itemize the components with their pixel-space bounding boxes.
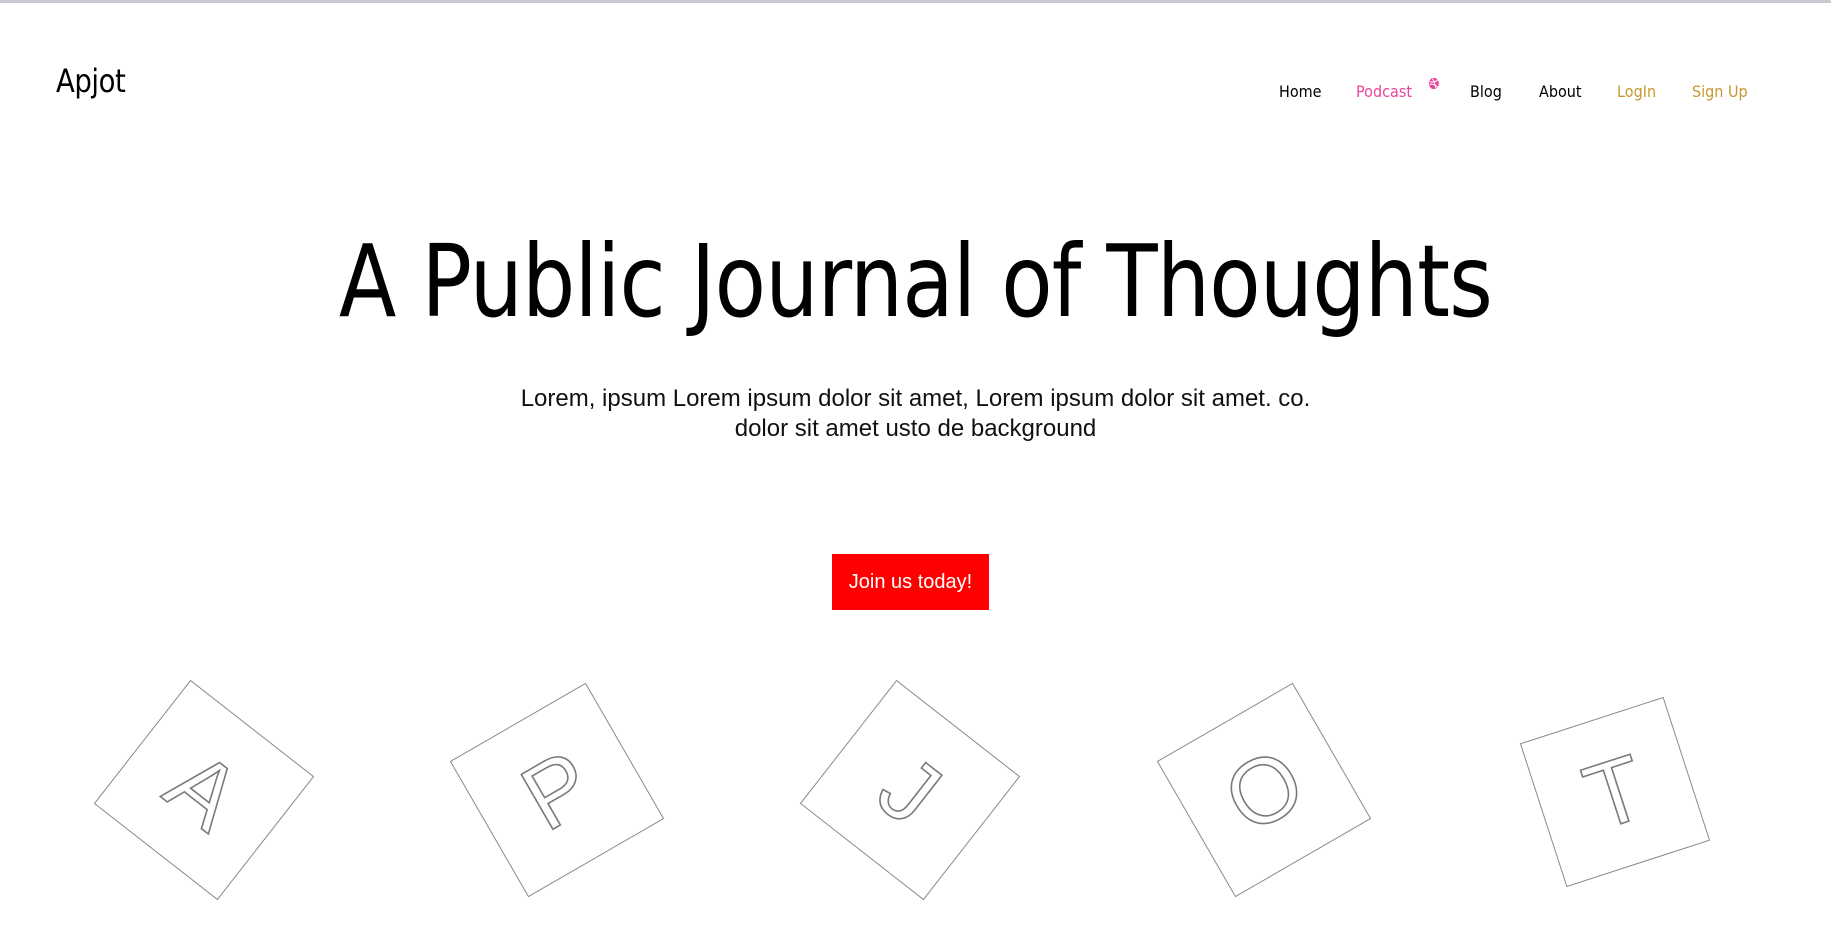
main-nav: Home Podcast Blog About LogIn Sign Up: [0, 77, 1831, 106]
hero-subtitle-line-1: Lorem, ipsum Lorem ipsum dolor sit amet,…: [520, 385, 1311, 412]
letter-tiles: A P J O T: [0, 680, 1831, 920]
nav-home-link[interactable]: Home: [1279, 82, 1322, 101]
letter-tiles-svg: A P J O T: [93, 680, 1711, 901]
tile-p: P: [449, 682, 665, 898]
nav-podcast-link[interactable]: Podcast: [1356, 77, 1439, 101]
dribbble-icon: [1428, 77, 1439, 90]
nav-podcast-label: Podcast: [1356, 82, 1413, 101]
browser-top-rule: [0, 0, 1831, 3]
tile-j-letter: J: [860, 736, 959, 845]
tile-o: O: [1156, 682, 1372, 898]
tile-p-letter: P: [505, 731, 609, 850]
nav-blog-link[interactable]: Blog: [1470, 82, 1502, 101]
hero-subtitle: Lorem, ipsum Lorem ipsum dolor sit amet,…: [0, 384, 1831, 444]
tile-a-letter: A: [148, 732, 260, 851]
hero-title-text: A Public Journal of Thoughts: [338, 223, 1493, 340]
nav-signup-link[interactable]: Sign Up: [1692, 82, 1748, 101]
nav-about-link[interactable]: About: [1539, 82, 1582, 101]
tile-a: A: [93, 680, 315, 901]
tile-j: J: [799, 680, 1021, 901]
nav-login-link[interactable]: LogIn: [1617, 82, 1656, 101]
tile-o-letter: O: [1208, 729, 1321, 853]
tile-t: T: [1519, 696, 1711, 888]
hero-title: A Public Journal of Thoughts: [0, 222, 1831, 342]
join-us-button[interactable]: Join us today!: [832, 554, 989, 610]
hero-subtitle-line-2: dolor sit amet usto de background: [734, 415, 1097, 442]
tile-t-letter: T: [1573, 736, 1658, 850]
